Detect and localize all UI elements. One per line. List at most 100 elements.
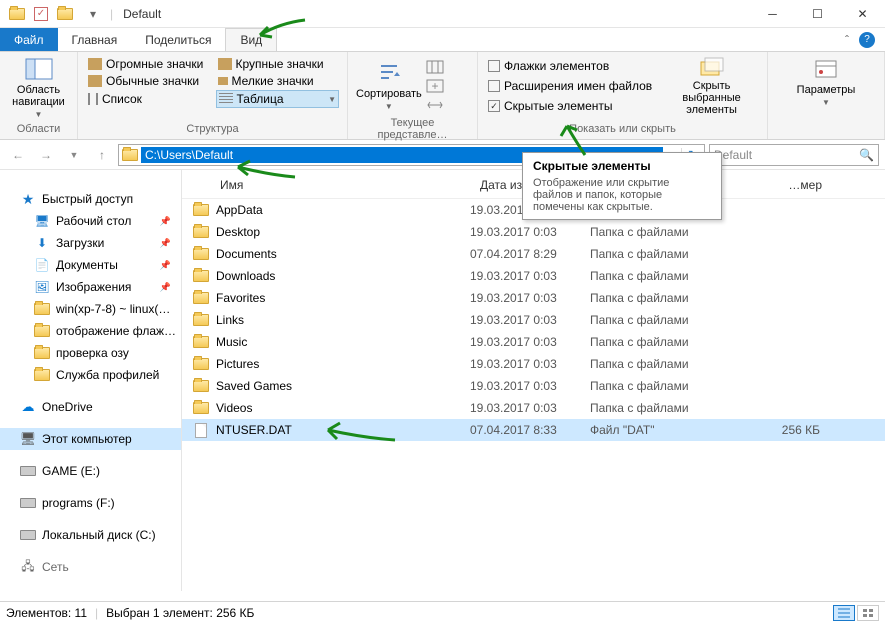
content-pane: Имя Дата измен… … …мер AppData19.03.2017… [182,170,885,591]
file-row[interactable]: Desktop19.03.2017 0:03Папка с файлами [182,221,885,243]
cell-date: 19.03.2017 0:03 [470,313,590,327]
title-bar: ✓ ▾ | Default ─ ☐ ✕ [0,0,885,28]
file-row[interactable]: NTUSER.DAT07.04.2017 8:33Файл "DAT"256 К… [182,419,885,441]
nav-drive-programs[interactable]: programs (F:) [0,492,181,514]
documents-icon: 📄 [34,257,50,273]
file-list[interactable]: AppData19.03.2017 0:03Папка с файламиDes… [182,199,885,441]
options-button[interactable]: Параметры ▼ [776,56,876,107]
back-button[interactable]: ← [6,143,30,167]
recent-dropdown[interactable]: ▼ [62,143,86,167]
file-row[interactable]: Videos19.03.2017 0:03Папка с файлами [182,397,885,419]
view-details-button[interactable] [833,605,855,621]
navigation-pane-button[interactable]: Область навигации ▼ [8,56,69,119]
checkbox-file-extensions[interactable]: Расширения имен файлов [486,78,654,94]
search-box[interactable]: Default 🔍 [709,144,879,166]
checkbox-hidden-items[interactable]: Скрытые элементы [486,98,654,114]
nav-winxp[interactable]: win(xp-7-8) ~ linux(… [0,298,181,320]
up-button[interactable]: ↑ [90,143,114,167]
close-button[interactable]: ✕ [840,0,885,28]
cell-date: 07.04.2017 8:29 [470,247,590,261]
file-row[interactable]: Pictures19.03.2017 0:03Папка с файлами [182,353,885,375]
drive-icon [20,495,36,511]
cell-type: Папка с файлами [590,269,740,283]
nav-profiles[interactable]: Служба профилей [0,364,181,386]
tab-file[interactable]: Файл [0,28,58,51]
nav-drive-game[interactable]: GAME (E:) [0,460,181,482]
layout-huge[interactable]: Огромные значки [86,56,210,72]
cell-name: Desktop [216,225,470,239]
nav-downloads[interactable]: ⬇Загрузки [0,232,181,254]
system-folder-icon[interactable] [6,3,28,25]
status-item-count: Элементов: 11 [6,606,87,620]
tab-share[interactable]: Поделиться [131,28,225,51]
address-bar-row: ← → ▼ ↑ C:\Users\Default ▾ ↻ Default 🔍 [0,140,885,170]
folder-icon [192,201,210,219]
options-icon [810,56,842,82]
folder-icon [192,289,210,307]
cell-date: 19.03.2017 0:03 [470,291,590,305]
cloud-icon: ☁ [20,399,36,415]
nav-desktop[interactable]: 🖥Рабочий стол [0,210,181,232]
sort-button[interactable]: Сортировать ▼ [356,56,422,115]
cell-date: 19.03.2017 0:03 [470,269,590,283]
nav-onedrive[interactable]: ☁OneDrive [0,396,181,418]
tooltip-title: Скрытые элементы [533,159,711,173]
qat-folder-icon[interactable] [54,3,76,25]
nav-flags[interactable]: отображение флаж… [0,320,181,342]
search-icon: 🔍 [859,148,874,162]
hide-selected-button[interactable]: Скрыть выбранные элементы [664,56,759,116]
col-name[interactable]: Имя [216,176,476,194]
nav-pane-icon [23,56,55,82]
checkbox-item-flags[interactable]: Флажки элементов [486,58,654,74]
nav-drive-local-c[interactable]: Локальный диск (C:) [0,524,181,546]
ribbon: Область навигации ▼ Области Огромные зна… [0,52,885,140]
cell-type: Папка с файлами [590,401,740,415]
group-label-panes: Области [8,123,69,135]
layout-list[interactable]: Список [86,90,210,108]
file-row[interactable]: Links19.03.2017 0:03Папка с файлами [182,309,885,331]
cell-date: 07.04.2017 8:33 [470,423,590,437]
layout-small[interactable]: Мелкие значки [216,73,340,89]
qat-checkbox-icon[interactable]: ✓ [34,7,48,21]
layout-table[interactable]: Таблица▼ [216,90,340,108]
layout-large[interactable]: Крупные значки [216,56,340,72]
nav-documents[interactable]: 📄Документы [0,254,181,276]
tab-home[interactable]: Главная [58,28,132,51]
file-row[interactable]: Downloads19.03.2017 0:03Папка с файлами [182,265,885,287]
file-row[interactable]: Favorites19.03.2017 0:03Папка с файлами [182,287,885,309]
view-icons-button[interactable] [857,605,879,621]
size-columns-icon[interactable] [426,98,444,115]
ribbon-tabs: Файл Главная Поделиться Вид ˆ ? [0,28,885,52]
cell-type: Файл "DAT" [590,423,740,437]
cell-date: 19.03.2017 0:03 [470,379,590,393]
dropdown-icon: ▼ [822,98,830,107]
group-columns-icon[interactable] [426,60,444,77]
dropdown-icon: ▼ [35,110,43,119]
collapse-ribbon-icon[interactable]: ˆ [845,33,849,47]
hide-selected-icon [696,56,728,78]
cell-type: Папка с файлами [590,291,740,305]
file-row[interactable]: Saved Games19.03.2017 0:03Папка с файлам… [182,375,885,397]
navigation-pane[interactable]: ★Быстрый доступ 🖥Рабочий стол ⬇Загрузки … [0,170,182,591]
col-size[interactable]: …мер [746,176,826,194]
nav-network[interactable]: 🖧Сеть [0,556,181,578]
qat-dropdown-icon[interactable]: ▾ [82,3,104,25]
cell-type: Папка с файлами [590,379,740,393]
tab-view[interactable]: Вид [225,28,277,51]
minimize-button[interactable]: ─ [750,0,795,28]
nav-pictures[interactable]: 🖼Изображения [0,276,181,298]
downloads-icon: ⬇ [34,235,50,251]
file-row[interactable]: Documents07.04.2017 8:29Папка с файлами [182,243,885,265]
layout-normal[interactable]: Обычные значки [86,73,210,89]
nav-this-pc[interactable]: 🖥Этот компьютер [0,428,181,450]
help-icon[interactable]: ? [859,32,875,48]
cell-name: Links [216,313,470,327]
forward-button[interactable]: → [34,143,58,167]
nav-ram[interactable]: проверка озу [0,342,181,364]
svg-text:+: + [431,79,438,93]
maximize-button[interactable]: ☐ [795,0,840,28]
file-row[interactable]: Music19.03.2017 0:03Папка с файлами [182,331,885,353]
nav-quick-access[interactable]: ★Быстрый доступ [0,188,181,210]
add-columns-icon[interactable]: + [426,79,444,96]
folder-icon [192,223,210,241]
